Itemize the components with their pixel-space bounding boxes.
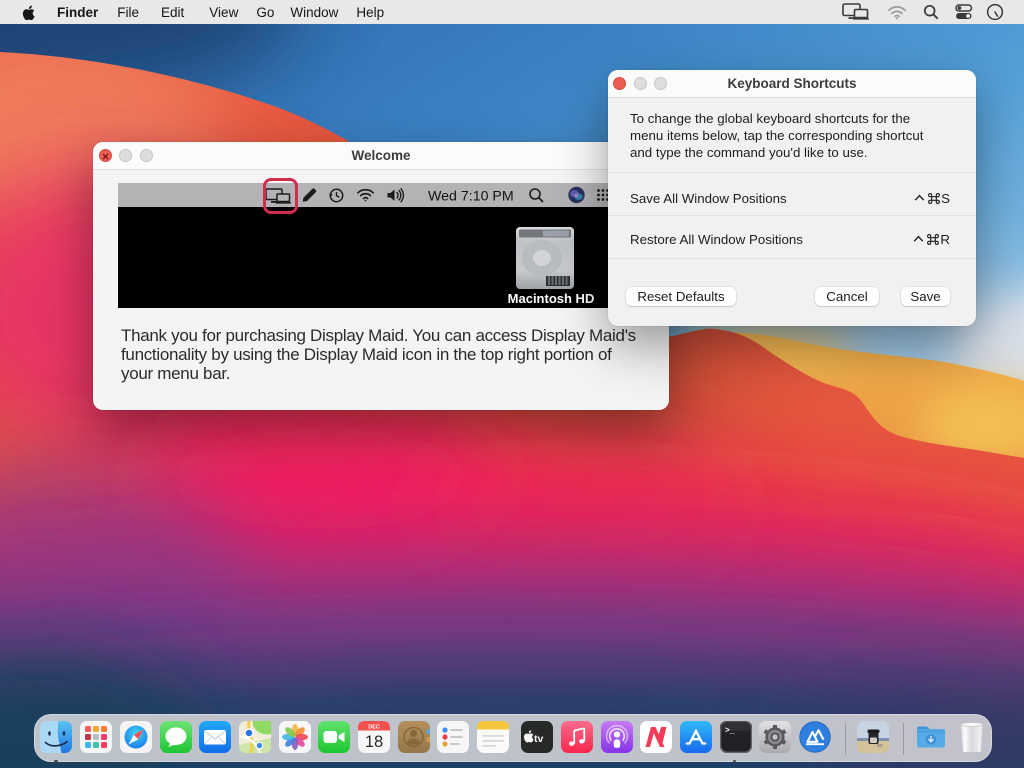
svg-text:>_: >_	[725, 726, 735, 735]
svg-text:Macintosh HD: Macintosh HD	[508, 291, 595, 306]
svg-text:18: 18	[365, 733, 383, 751]
svg-text:DEC: DEC	[368, 724, 380, 730]
svg-text:tv: tv	[534, 733, 543, 745]
svg-text:Wed 7:10 PM: Wed 7:10 PM	[428, 189, 514, 205]
